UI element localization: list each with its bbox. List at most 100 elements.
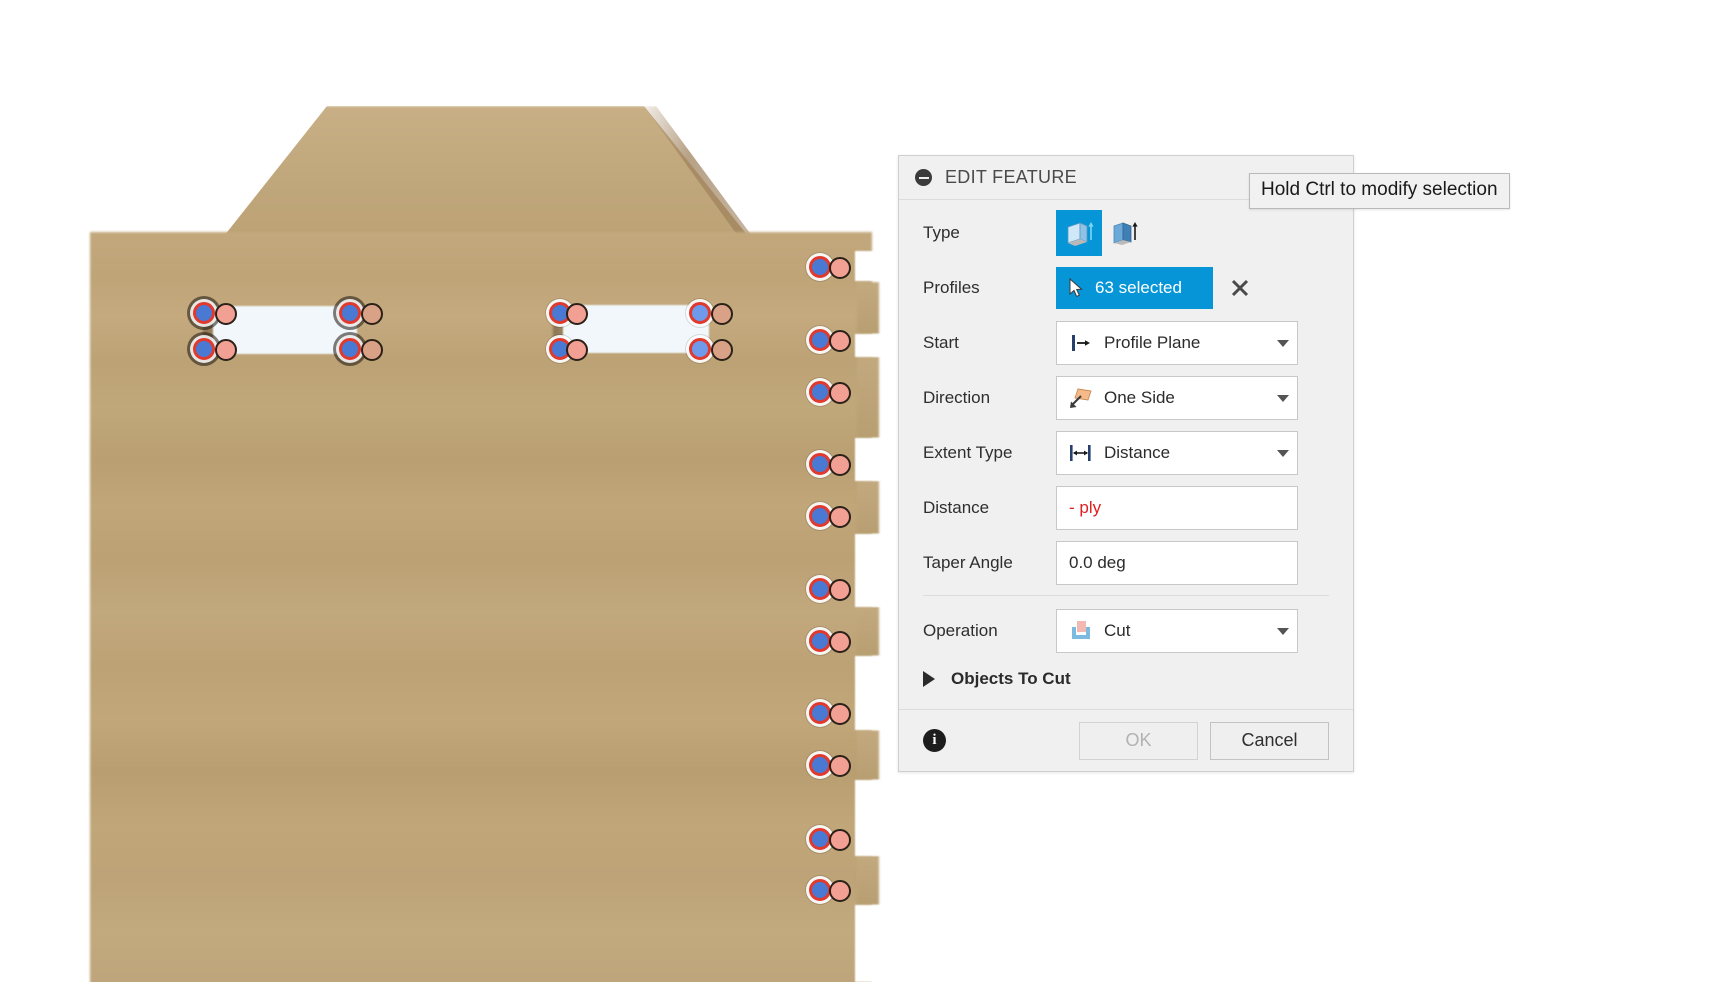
extent-type-label: Extent Type [923, 443, 1013, 462]
selection-marker[interactable] [711, 303, 733, 325]
row-distance: Distance - ply [899, 485, 1353, 531]
row-start: Start Profile Plane [899, 320, 1353, 366]
selection-marker[interactable] [361, 303, 383, 325]
arrow-cursor-icon [1068, 278, 1085, 298]
taper-angle-value: 0.0 deg [1069, 553, 1126, 572]
distance-measure-icon [1067, 442, 1095, 464]
chevron-right-icon[interactable] [923, 671, 935, 687]
selection-marker[interactable] [809, 630, 831, 652]
model-edge-notch [855, 534, 881, 607]
selection-marker[interactable] [809, 879, 831, 901]
selection-marker[interactable] [809, 256, 831, 278]
selection-marker[interactable] [809, 381, 831, 403]
cancel-button[interactable]: Cancel [1210, 721, 1329, 760]
3d-viewport-canvas[interactable] [0, 0, 1716, 982]
selection-marker[interactable] [829, 382, 851, 404]
selection-marker[interactable] [809, 578, 831, 600]
selection-marker[interactable] [193, 302, 215, 324]
collapse-minus-icon[interactable] [915, 169, 932, 186]
section-divider [923, 595, 1329, 596]
cut-operation-icon [1067, 619, 1095, 643]
operation-value: Cut [1104, 621, 1131, 640]
selection-marker[interactable] [829, 703, 851, 725]
start-label: Start [923, 333, 959, 352]
model-edge-notch [855, 656, 881, 730]
one-side-arrow-icon [1067, 386, 1095, 410]
row-profiles: Profiles 63 selected [899, 265, 1353, 311]
model-edge-notch [855, 334, 881, 357]
selection-marker[interactable] [809, 329, 831, 351]
model-finger-tab [857, 282, 879, 334]
start-select[interactable]: Profile Plane [1056, 321, 1298, 365]
selection-marker[interactable] [829, 579, 851, 601]
profile-plane-icon [1067, 332, 1095, 354]
objects-to-cut-label: Objects To Cut [951, 669, 1071, 688]
selection-marker[interactable] [193, 338, 215, 360]
solid-extrude-icon[interactable] [1056, 210, 1102, 256]
operation-select[interactable]: Cut [1056, 609, 1298, 653]
start-value: Profile Plane [1104, 333, 1201, 352]
dialog-title: EDIT FEATURE [945, 167, 1077, 187]
ok-button[interactable]: OK [1079, 721, 1198, 760]
distance-label: Distance [923, 498, 990, 517]
surface-extrude-icon[interactable] [1102, 210, 1148, 256]
selection-marker[interactable] [339, 302, 361, 324]
dialog-body: Type Profiles 63 selected Start Profile … [899, 200, 1353, 709]
selection-marker[interactable] [809, 453, 831, 475]
selection-marker[interactable] [689, 338, 711, 360]
row-type: Type [899, 210, 1353, 256]
model-finger-tab [857, 480, 879, 534]
chevron-down-icon[interactable] [1277, 394, 1289, 402]
selection-marker[interactable] [829, 631, 851, 653]
selection-marker[interactable] [711, 339, 733, 361]
selection-marker[interactable] [809, 702, 831, 724]
dialog-footer: i OK Cancel [899, 709, 1353, 771]
objects-to-cut-section[interactable]: Objects To Cut [899, 663, 1353, 705]
model-finger-tab [857, 606, 879, 656]
row-extent-type: Extent Type Distance [899, 430, 1353, 476]
model-edge-notch [855, 905, 881, 982]
selection-marker[interactable] [566, 303, 588, 325]
model-finger-tab [857, 356, 879, 438]
selection-marker[interactable] [689, 302, 711, 324]
profiles-selection-chip[interactable]: 63 selected [1056, 267, 1213, 309]
model-edge-notch [855, 251, 881, 281]
chevron-down-icon[interactable] [1277, 627, 1289, 635]
extent-type-value: Distance [1104, 443, 1171, 462]
selection-marker[interactable] [215, 339, 237, 361]
row-direction: Direction One Side [899, 375, 1353, 421]
direction-value: One Side [1104, 388, 1175, 407]
selection-marker[interactable] [829, 454, 851, 476]
taper-angle-label: Taper Angle [923, 553, 1013, 572]
close-x-icon[interactable] [1229, 277, 1251, 299]
row-taper-angle: Taper Angle 0.0 deg [899, 540, 1353, 586]
selection-marker[interactable] [829, 829, 851, 851]
profiles-selected-count: 63 selected [1095, 278, 1182, 297]
model-finger-tab [857, 855, 879, 905]
model-edge-notch [855, 438, 881, 481]
selection-marker[interactable] [339, 338, 361, 360]
model-finger-tab [857, 730, 879, 780]
selection-marker[interactable] [829, 506, 851, 528]
selection-tooltip: Hold Ctrl to modify selection [1249, 173, 1510, 209]
chevron-down-icon[interactable] [1277, 339, 1289, 347]
selection-marker[interactable] [829, 330, 851, 352]
distance-input[interactable]: - ply [1056, 486, 1298, 530]
selection-marker[interactable] [215, 303, 237, 325]
selection-marker[interactable] [829, 755, 851, 777]
model-edge-notch [855, 780, 881, 856]
row-operation: Operation Cut [899, 608, 1353, 654]
direction-select[interactable]: One Side [1056, 376, 1298, 420]
chevron-down-icon[interactable] [1277, 449, 1289, 457]
selection-marker[interactable] [361, 339, 383, 361]
selection-marker[interactable] [829, 880, 851, 902]
extent-type-select[interactable]: Distance [1056, 431, 1298, 475]
selection-marker[interactable] [566, 339, 588, 361]
taper-angle-input[interactable]: 0.0 deg [1056, 541, 1298, 585]
info-icon[interactable]: i [923, 729, 946, 752]
selection-marker[interactable] [809, 505, 831, 527]
selection-marker[interactable] [809, 828, 831, 850]
direction-label: Direction [923, 388, 991, 407]
selection-marker[interactable] [829, 257, 851, 279]
selection-marker[interactable] [809, 754, 831, 776]
